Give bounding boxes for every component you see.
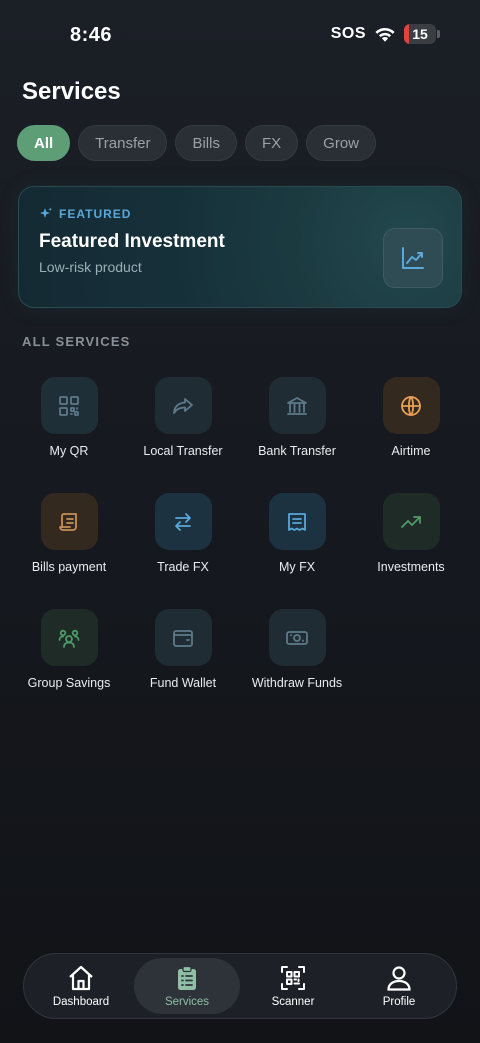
qr-scan-icon xyxy=(279,964,307,992)
clipboard-list-icon xyxy=(173,964,201,992)
home-icon xyxy=(67,964,95,992)
service-item-bills-payment[interactable]: Bills payment xyxy=(12,493,126,609)
user-icon xyxy=(385,964,413,992)
bottom-navigation: Dashboard Services Scanner Profile xyxy=(23,953,457,1019)
services-grid: My QR Local Transfer Bank Transfer Airtime B… xyxy=(12,377,468,725)
service-label: Group Savings xyxy=(27,676,111,690)
nav-item-scanner[interactable]: Scanner xyxy=(240,958,346,1014)
qr-code-icon xyxy=(40,377,98,434)
nav-label: Profile xyxy=(382,996,416,1008)
service-label: Bills payment xyxy=(31,560,107,574)
nav-label: Services xyxy=(164,996,210,1008)
nav-label: Scanner xyxy=(271,996,315,1008)
section-heading-all-services: ALL SERVICES xyxy=(22,334,131,349)
filter-chip-fx[interactable]: FX xyxy=(244,125,299,161)
trending-chart-icon xyxy=(383,228,443,288)
service-item-investments[interactable]: Investments xyxy=(354,493,468,609)
filter-tabs: All Transfer Bills FX Grow xyxy=(17,125,376,161)
filter-chip-grow[interactable]: Grow xyxy=(306,125,376,161)
service-label: Local Transfer xyxy=(143,444,223,458)
service-item-local-transfer[interactable]: Local Transfer xyxy=(126,377,240,493)
service-label: Withdraw Funds xyxy=(251,676,343,690)
battery-level: 15 xyxy=(412,26,428,42)
featured-tag-label: FEATURED xyxy=(59,207,132,221)
filter-chip-bills[interactable]: Bills xyxy=(175,125,237,161)
service-item-group-savings[interactable]: Group Savings xyxy=(12,609,126,725)
carrier-sos-label: SOS xyxy=(330,25,366,42)
wallet-icon xyxy=(154,609,212,666)
receipt-scroll-icon xyxy=(40,493,98,550)
service-item-airtime[interactable]: Airtime xyxy=(354,377,468,493)
service-label: My QR xyxy=(49,444,89,458)
wifi-icon xyxy=(375,27,395,42)
service-label: Trade FX xyxy=(157,560,209,574)
service-item-bank-transfer[interactable]: Bank Transfer xyxy=(240,377,354,493)
service-item-fund-wallet[interactable]: Fund Wallet xyxy=(126,609,240,725)
bank-icon xyxy=(268,377,326,434)
service-label: Airtime xyxy=(391,444,431,458)
trending-up-icon xyxy=(382,493,440,550)
share-arrow-icon xyxy=(154,377,212,434)
featured-tag: FEATURED xyxy=(39,207,131,221)
nav-item-profile[interactable]: Profile xyxy=(346,958,452,1014)
sparkle-icon xyxy=(40,207,52,218)
filter-chip-all[interactable]: All xyxy=(17,125,71,161)
nav-item-services[interactable]: Services xyxy=(134,958,240,1014)
service-label: Fund Wallet xyxy=(149,676,217,690)
featured-subtitle: Low-risk product xyxy=(39,259,142,275)
featured-title: Featured Investment xyxy=(39,231,225,252)
status-indicators: SOS 15 xyxy=(331,24,440,44)
service-label: Bank Transfer xyxy=(258,444,336,458)
group-icon xyxy=(40,609,98,666)
service-label: My FX xyxy=(278,560,316,574)
battery-indicator: 15 xyxy=(404,24,440,44)
globe-icon xyxy=(382,377,440,434)
status-time: 8:46 xyxy=(70,24,113,46)
cash-icon xyxy=(268,609,326,666)
featured-investment-card[interactable]: FEATURED Featured Investment Low-risk pr… xyxy=(18,186,462,308)
battery-fill xyxy=(404,24,409,44)
nav-label: Dashboard xyxy=(52,996,110,1008)
filter-chip-transfer[interactable]: Transfer xyxy=(78,125,168,161)
service-item-my-fx[interactable]: My FX xyxy=(240,493,354,609)
page-title: Services xyxy=(22,78,121,105)
status-bar: 8:46 SOS 15 xyxy=(0,0,480,70)
receipt-icon xyxy=(268,493,326,550)
service-label: Investments xyxy=(377,560,445,574)
nav-item-dashboard[interactable]: Dashboard xyxy=(28,958,134,1014)
service-item-trade-fx[interactable]: Trade FX xyxy=(126,493,240,609)
service-item-withdraw-funds[interactable]: Withdraw Funds xyxy=(240,609,354,725)
swap-arrows-icon xyxy=(154,493,212,550)
service-item-my-qr[interactable]: My QR xyxy=(12,377,126,493)
